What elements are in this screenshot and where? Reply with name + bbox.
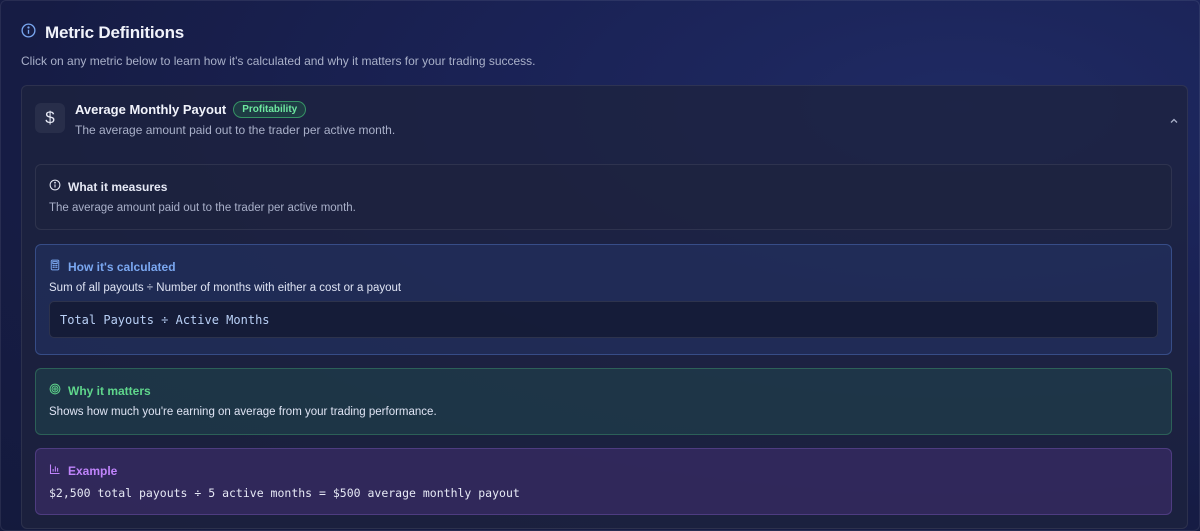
target-icon <box>49 382 61 400</box>
section-header: What it measures <box>49 179 1158 194</box>
metric-title: Average Monthly Payout <box>75 101 227 117</box>
section-text: Sum of all payouts ÷ Number of months wi… <box>49 282 402 294</box>
section-title: Example <box>68 463 118 478</box>
formula-box: Total Payouts ÷ Active Months <box>49 301 1158 338</box>
section-header: Why it matters <box>49 383 1158 398</box>
why-it-matters-section: Why it matters Shows how much you're ear… <box>35 368 1172 435</box>
dollar-icon: $ <box>35 103 65 133</box>
metric-title-row: Average Monthly Payout Profitability <box>75 99 307 119</box>
calculator-icon <box>49 258 61 276</box>
dollar-symbol: $ <box>45 108 55 127</box>
metric-definitions-panel: Metric Definitions Click on any metric b… <box>0 0 1200 531</box>
section-title: Why it matters <box>68 383 151 398</box>
how-its-calculated-section: How it's calculated Sum of all payouts ÷… <box>35 244 1172 355</box>
metric-description: The average amount paid out to the trade… <box>75 123 396 137</box>
section-text: Shows how much you're earning on average… <box>49 406 437 418</box>
info-icon <box>49 178 61 196</box>
section-title: How it's calculated <box>68 259 176 274</box>
section-header: Example <box>49 463 1158 478</box>
example-section: Example $2,500 total payouts ÷ 5 active … <box>35 448 1172 515</box>
what-it-measures-section: What it measures The average amount paid… <box>35 164 1172 230</box>
section-title: What it measures <box>68 179 168 194</box>
chevron-up-icon[interactable] <box>1169 113 1179 123</box>
metric-card-average-monthly-payout[interactable]: $ Average Monthly Payout Profitability T… <box>21 85 1188 529</box>
section-header: How it's calculated <box>49 259 1158 274</box>
section-text: The average amount paid out to the trade… <box>49 202 356 214</box>
section-text: $2,500 total payouts ÷ 5 active months =… <box>49 486 520 500</box>
info-icon <box>21 23 36 43</box>
panel-header: Metric Definitions Click on any metric b… <box>21 21 1179 68</box>
page-title: Metric Definitions <box>45 23 185 42</box>
page-subtitle: Click on any metric below to learn how i… <box>21 54 536 68</box>
metric-card-header[interactable]: $ Average Monthly Payout Profitability T… <box>35 99 1187 139</box>
title-row: Metric Definitions <box>21 21 1179 45</box>
bar-chart-icon <box>49 462 61 480</box>
category-badge: Profitability <box>233 100 307 118</box>
